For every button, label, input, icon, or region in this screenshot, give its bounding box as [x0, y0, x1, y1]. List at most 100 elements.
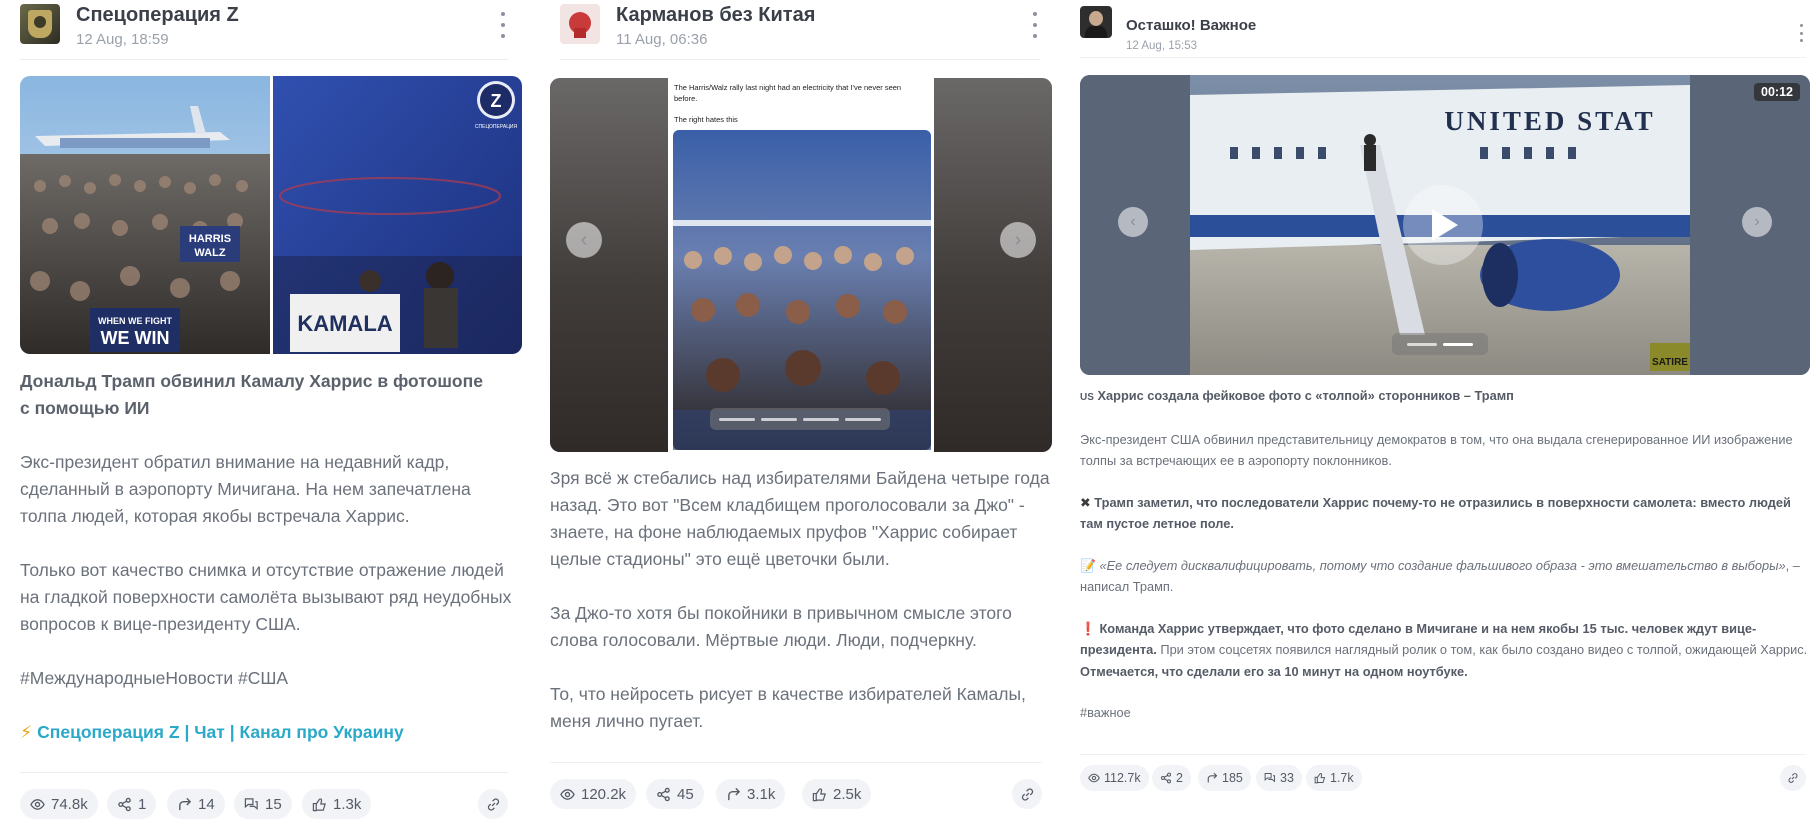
link-icon [486, 797, 501, 812]
chevron-right-icon: › [1754, 213, 1760, 230]
carousel-blur-left [550, 78, 670, 452]
post-stats: 120.2k 45 3.1k 2.5k [550, 762, 1042, 822]
kebab-menu-icon[interactable] [1030, 12, 1040, 38]
post-paragraph-bold: Отмечается, что сделали его за 10 минут … [1080, 663, 1468, 679]
carousel-prev-button[interactable]: ‹ [1118, 207, 1148, 237]
play-button[interactable] [1403, 185, 1483, 265]
comments-count: 33 [1280, 771, 1294, 785]
chevron-left-icon: ‹ [580, 228, 588, 251]
shares-counter[interactable]: 1 [107, 789, 157, 819]
link-separator: | [184, 722, 190, 742]
forward-icon [1206, 772, 1218, 784]
likes-count: 2.5k [833, 785, 862, 803]
post-headline: US Харрис создала фейковое фото с «толпо… [1080, 385, 1810, 409]
carousel-next-button[interactable]: › [1742, 207, 1772, 237]
post-paragraph-text: При этом соцсетях появился наглядный рол… [1156, 642, 1808, 657]
video-player[interactable]: UNITED STAT SATIRE 00:12 ‹ › [1080, 75, 1810, 375]
post-card-2: Карманов без Китая 11 Aug, 06:36 The Har… [540, 0, 1060, 832]
forwards-counter[interactable]: 14 [167, 789, 225, 819]
tweet-text: The right hates this [674, 115, 738, 124]
likes-counter[interactable]: 1.7k [1306, 765, 1362, 791]
kebab-menu-icon[interactable] [1796, 24, 1806, 42]
chat-link[interactable]: Чат [194, 722, 225, 742]
copy-link-button[interactable] [1012, 779, 1042, 809]
views-counter[interactable]: 120.2k [550, 779, 637, 809]
post-headline-text: Харрис создала фейковое фото с «толпой» … [1097, 388, 1514, 403]
copy-link-button[interactable] [478, 789, 508, 819]
airport-rally-photo: HARRIS WALZ WHEN WE FIGHT WE WIN KAMALA … [20, 76, 522, 354]
forwards-count: 185 [1222, 771, 1243, 785]
sign-text: HARRIS [189, 233, 231, 245]
post-image-carousel[interactable]: The Harris/Walz rally last night had an … [550, 78, 1052, 452]
post-paragraph: Экс-президент обратил внимание на недавн… [20, 452, 471, 526]
views-counter[interactable]: 112.7k [1080, 765, 1149, 791]
badge-caption: СПЕЦОПЕРАЦИЯ [475, 124, 518, 130]
channel-name[interactable]: Спецоперация Z [76, 4, 239, 27]
cross-icon: ✖ [1080, 494, 1091, 510]
likes-counter[interactable]: 1.3k [302, 789, 372, 819]
ukraine-channel-link[interactable]: Канал про Украину [240, 722, 404, 742]
forward-icon [726, 787, 741, 802]
post-body: Дональд Трамп обвинил Камалу Харрис в фо… [20, 368, 522, 746]
channel-name[interactable]: Карманов без Китая [616, 4, 815, 27]
channel-avatar[interactable] [20, 4, 60, 44]
lightning-icon: ⚡ [20, 722, 33, 742]
channel-name[interactable]: Осташко! Важное [1126, 17, 1256, 34]
share-icon [1160, 772, 1172, 784]
copy-link-button[interactable] [1780, 765, 1806, 791]
comments-counter[interactable]: 33 [1256, 765, 1302, 791]
post-paragraph: За Джо-то хотя бы покойники в привычном … [550, 603, 1012, 650]
badge-logo: Z [491, 91, 502, 111]
shares-count: 2 [1176, 771, 1183, 785]
shares-counter[interactable]: 45 [646, 779, 704, 809]
sign-text: WHEN WE FIGHT [98, 316, 172, 326]
post-header: Карманов без Китая 11 Aug, 06:36 [560, 0, 1040, 60]
post-date: 12 Aug, 18:59 [76, 31, 169, 48]
channel-link[interactable]: Спецоперация Z [37, 722, 179, 742]
post-paragraph: 📝 «Ее следует дисквалифицировать, потому… [1080, 555, 1810, 598]
tweet-screenshot: The Harris/Walz rally last night had an … [668, 78, 934, 452]
shares-counter[interactable]: 2 [1152, 765, 1191, 791]
eye-icon [560, 787, 575, 802]
share-icon [117, 797, 132, 812]
post-card-3: Осташко! Важное 12 Aug, 15:53 UNITED STA… [1070, 0, 1816, 832]
likes-count: 1.3k [333, 795, 362, 813]
eye-icon [1088, 772, 1100, 784]
post-paragraph: Экс-президент США обвинил представительн… [1080, 431, 1793, 469]
post-paragraph: Зря всё ж стебались над избирателями Бай… [550, 468, 1050, 569]
forwards-counter[interactable]: 3.1k [716, 779, 786, 809]
channel-avatar[interactable] [560, 4, 600, 44]
forwards-counter[interactable]: 185 [1198, 765, 1251, 791]
likes-counter[interactable]: 2.5k [802, 779, 872, 809]
post-paragraph-text: Трамп заметил, что последователи Харрис … [1080, 494, 1791, 532]
views-count: 120.2k [581, 785, 627, 803]
post-card-1: Спецоперация Z 12 Aug, 18:59 HARRIS WALZ [0, 0, 528, 832]
comments-icon [244, 797, 259, 812]
tweet-text: The Harris/Walz rally last night had an … [674, 83, 902, 103]
post-body: Зря всё ж стебались над избирателями Бай… [550, 465, 1052, 762]
shares-count: 45 [677, 785, 694, 803]
video-duration: 00:12 [1754, 83, 1800, 101]
link-separator: | [229, 722, 235, 742]
post-header: Спецоперация Z 12 Aug, 18:59 [20, 0, 508, 60]
post-paragraph: ❗ Команда Харрис утверждает, что фото сд… [1080, 618, 1810, 683]
link-icon [1020, 787, 1035, 802]
carousel-blur-right [932, 78, 1052, 452]
likes-count: 1.7k [1330, 771, 1354, 785]
post-hashtags[interactable]: #МеждународныеНовости #США [20, 665, 522, 692]
link-icon [1787, 772, 1799, 784]
post-hashtags[interactable]: #важное [1080, 702, 1810, 724]
shares-count: 1 [138, 795, 147, 813]
satire-badge: SATIRE [1652, 357, 1688, 368]
memo-icon: 📝 [1080, 557, 1096, 573]
views-counter[interactable]: 74.8k [20, 789, 98, 819]
channel-avatar[interactable] [1080, 6, 1112, 38]
kebab-menu-icon[interactable] [498, 12, 508, 38]
comments-counter[interactable]: 15 [234, 789, 292, 819]
post-image[interactable]: HARRIS WALZ WHEN WE FIGHT WE WIN KAMALA … [20, 76, 522, 354]
chevron-right-icon: › [1014, 228, 1022, 251]
carousel-next-button[interactable]: › [1000, 222, 1036, 258]
sign-text: WALZ [194, 247, 225, 259]
post-footer-links: ⚡ Спецоперация Z | Чат | Канал про Украи… [20, 719, 522, 746]
carousel-prev-button[interactable]: ‹ [566, 222, 602, 258]
